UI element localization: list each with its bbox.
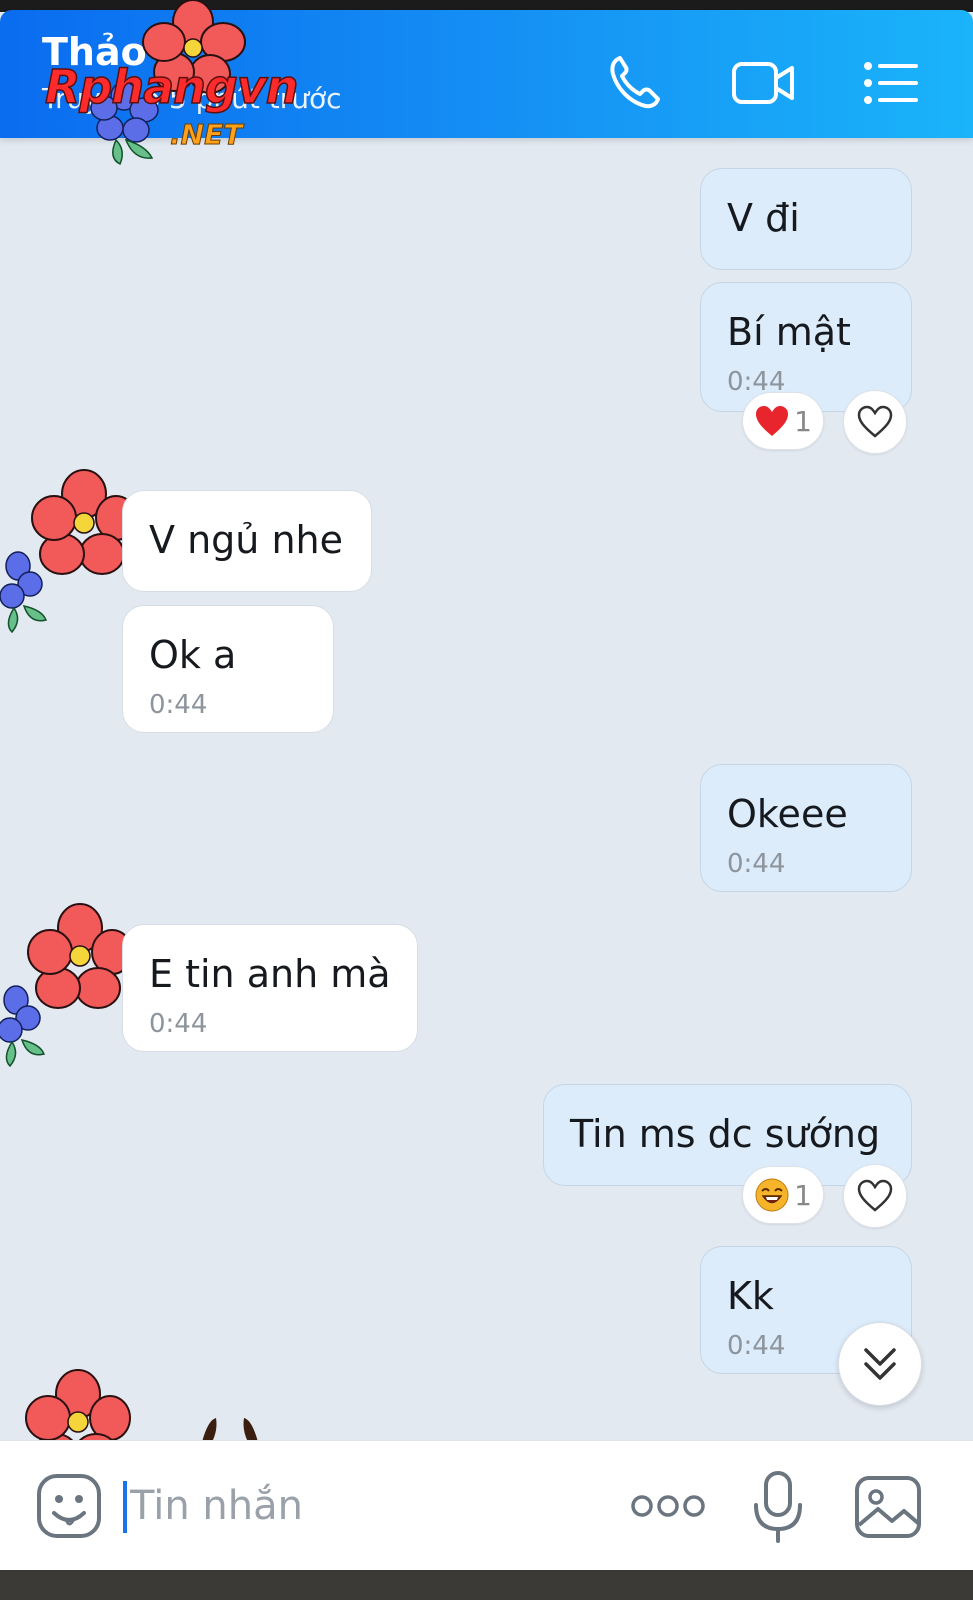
reaction-summary[interactable]: 1: [742, 392, 824, 450]
message-composer: [0, 1440, 973, 1570]
chat-header: Thảo Truy cập 5 phút trước Rphangvn .NET: [0, 0, 973, 166]
navigation-bar-strip: [0, 1570, 973, 1600]
chat-options-button[interactable]: [856, 48, 926, 118]
message-text: Okeee: [727, 792, 848, 836]
watermark-logo: Rphangvn: [44, 59, 299, 115]
like-button[interactable]: [843, 390, 907, 454]
message-text: Kk: [727, 1274, 774, 1318]
message-bubble-incoming[interactable]: V ngủ nhe: [122, 490, 372, 592]
more-options-button[interactable]: [628, 1481, 708, 1531]
list-menu-icon: [864, 62, 918, 104]
reaction-count: 1: [794, 1178, 812, 1212]
message-text: Bí mật: [727, 310, 851, 354]
voice-call-button[interactable]: [600, 48, 670, 118]
text-cursor: [123, 1481, 127, 1533]
message-text: Tin ms dc sướng: [570, 1112, 881, 1156]
laughing-emoji-icon: [755, 1178, 789, 1212]
message-text: E tin anh mà: [149, 952, 391, 996]
reaction-count: 1: [794, 404, 812, 438]
message-bubble-outgoing[interactable]: V đi: [700, 168, 912, 270]
watermark-logo-sub: .NET: [169, 118, 243, 152]
message-text: V ngủ nhe: [149, 518, 343, 562]
image-gallery-icon: [855, 1476, 921, 1538]
double-chevron-down-icon: [864, 1348, 896, 1380]
message-time: 0:44: [727, 849, 786, 879]
scroll-to-bottom-button[interactable]: [838, 1322, 922, 1406]
heart-outline-icon: [857, 405, 893, 438]
reaction-summary[interactable]: 1: [742, 1166, 824, 1224]
sticker-button[interactable]: [34, 1471, 104, 1541]
video-call-button[interactable]: [728, 48, 798, 118]
send-image-button[interactable]: [852, 1471, 924, 1543]
contact-avatar[interactable]: [0, 468, 140, 638]
message-bubble-incoming[interactable]: Ok a 0:44: [122, 605, 334, 733]
video-camera-icon: [732, 62, 794, 104]
microphone-icon: [754, 1471, 802, 1543]
voice-message-button[interactable]: [748, 1467, 808, 1547]
message-time: 0:44: [149, 1009, 208, 1039]
message-time: 0:44: [149, 690, 208, 720]
message-text: V đi: [727, 196, 800, 240]
phone-icon: [610, 56, 660, 109]
like-button[interactable]: [843, 1164, 907, 1228]
contact-avatar[interactable]: [0, 898, 140, 1068]
heart-emoji-icon: [756, 406, 789, 436]
message-input[interactable]: [130, 1473, 590, 1539]
more-dots-icon: [631, 1495, 705, 1517]
heart-outline-icon: [857, 1179, 893, 1212]
message-text: Ok a: [149, 633, 237, 677]
message-bubble-incoming[interactable]: E tin anh mà 0:44: [122, 924, 418, 1052]
smiley-sticker-icon: [37, 1474, 101, 1538]
message-bubble-outgoing[interactable]: Okeee 0:44: [700, 764, 912, 892]
